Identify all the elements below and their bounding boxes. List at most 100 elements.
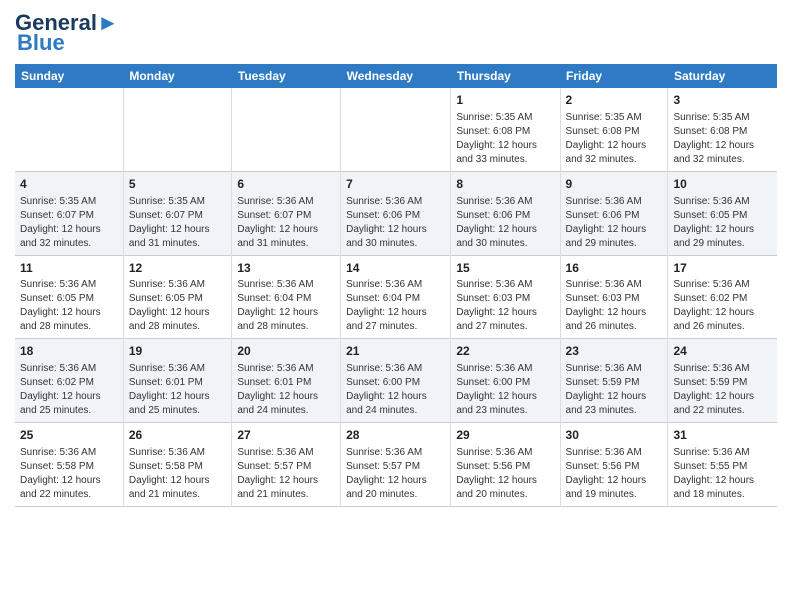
day-number: 24	[673, 343, 772, 360]
week-row-1: 1 Sunrise: 5:35 AM Sunset: 6:08 PM Daylig…	[15, 88, 777, 171]
day-content: Sunrise: 5:36 AM Sunset: 6:03 PM Dayligh…	[566, 278, 663, 334]
day-content: Sunrise: 5:36 AM Sunset: 6:05 PM Dayligh…	[20, 278, 118, 334]
day-number: 3	[673, 92, 772, 109]
day-content: Sunrise: 5:36 AM Sunset: 5:58 PM Dayligh…	[129, 446, 227, 502]
day-content: Sunrise: 5:36 AM Sunset: 6:03 PM Dayligh…	[456, 278, 554, 334]
day-content: Sunrise: 5:36 AM Sunset: 6:04 PM Dayligh…	[346, 278, 445, 334]
calendar-cell: 21Sunrise: 5:36 AM Sunset: 6:00 PM Dayli…	[341, 339, 451, 423]
day-number: 20	[237, 343, 335, 360]
day-number: 12	[129, 260, 227, 277]
day-number: 16	[566, 260, 663, 277]
calendar-cell: 8 Sunrise: 5:36 AM Sunset: 6:06 PM Daylig…	[451, 171, 560, 255]
calendar-cell: 15Sunrise: 5:36 AM Sunset: 6:03 PM Dayli…	[451, 255, 560, 339]
day-number: 8	[456, 176, 554, 193]
calendar-cell: 27 Sunrise: 5:36 AM Sunset: 5:57 PM Dayli…	[232, 423, 341, 507]
calendar-cell: 4 Sunrise: 5:35 AM Sunset: 6:07 PM Daylig…	[15, 171, 123, 255]
day-number: 22	[456, 343, 554, 360]
calendar-cell: 6 Sunrise: 5:36 AM Sunset: 6:07 PM Daylig…	[232, 171, 341, 255]
day-content: Sunrise: 5:36 AM Sunset: 6:04 PM Dayligh…	[237, 278, 335, 334]
calendar-cell: 11Sunrise: 5:36 AM Sunset: 6:05 PM Dayli…	[15, 255, 123, 339]
calendar-cell: 1Sunrise: 5:35 AM Sunset: 6:08 PM Daylig…	[451, 88, 560, 171]
day-content: Sunrise: 5:36 AM Sunset: 6:06 PM Dayligh…	[456, 195, 554, 251]
calendar-cell: 5Sunrise: 5:35 AM Sunset: 6:07 PM Daylig…	[123, 171, 232, 255]
day-number: 13	[237, 260, 335, 277]
day-content: Sunrise: 5:36 AM Sunset: 6:00 PM Dayligh…	[456, 362, 554, 418]
day-content: Sunrise: 5:36 AM Sunset: 5:55 PM Dayligh…	[673, 446, 772, 502]
calendar-cell: 14Sunrise: 5:36 AM Sunset: 6:04 PM Dayli…	[341, 255, 451, 339]
day-content: Sunrise: 5:36 AM Sunset: 5:58 PM Dayligh…	[20, 446, 118, 502]
day-header-thursday: Thursday	[451, 64, 560, 88]
calendar-cell: 3 Sunrise: 5:35 AM Sunset: 6:08 PM Daylig…	[668, 88, 777, 171]
calendar-cell	[341, 88, 451, 171]
day-header-saturday: Saturday	[668, 64, 777, 88]
day-number: 11	[20, 260, 118, 277]
day-number: 1	[456, 92, 554, 109]
days-header-row: SundayMondayTuesdayWednesdayThursdayFrid…	[15, 64, 777, 88]
logo-blue-text: Blue	[17, 30, 65, 56]
day-content: Sunrise: 5:36 AM Sunset: 6:01 PM Dayligh…	[237, 362, 335, 418]
calendar-cell: 16Sunrise: 5:36 AM Sunset: 6:03 PM Dayli…	[560, 255, 668, 339]
calendar-cell: 2Sunrise: 5:35 AM Sunset: 6:08 PM Daylig…	[560, 88, 668, 171]
day-number: 7	[346, 176, 445, 193]
calendar-cell: 10 Sunrise: 5:36 AM Sunset: 6:05 PM Dayli…	[668, 171, 777, 255]
calendar-cell: 17Sunrise: 5:36 AM Sunset: 6:02 PM Dayli…	[668, 255, 777, 339]
day-header-sunday: Sunday	[15, 64, 123, 88]
week-row-4: 18 Sunrise: 5:36 AM Sunset: 6:02 PM Dayli…	[15, 339, 777, 423]
calendar-cell: 22 Sunrise: 5:36 AM Sunset: 6:00 PM Dayli…	[451, 339, 560, 423]
day-content: Sunrise: 5:36 AM Sunset: 6:05 PM Dayligh…	[673, 195, 772, 251]
calendar-cell: 28 Sunrise: 5:36 AM Sunset: 5:57 PM Dayli…	[341, 423, 451, 507]
calendar-cell: 12Sunrise: 5:36 AM Sunset: 6:05 PM Dayli…	[123, 255, 232, 339]
day-header-monday: Monday	[123, 64, 232, 88]
calendar-cell: 29Sunrise: 5:36 AM Sunset: 5:56 PM Dayli…	[451, 423, 560, 507]
day-number: 17	[673, 260, 772, 277]
calendar-cell	[15, 88, 123, 171]
calendar-cell	[232, 88, 341, 171]
day-content: Sunrise: 5:36 AM Sunset: 5:59 PM Dayligh…	[566, 362, 663, 418]
day-number: 23	[566, 343, 663, 360]
calendar-cell: 26 Sunrise: 5:36 AM Sunset: 5:58 PM Dayli…	[123, 423, 232, 507]
day-content: Sunrise: 5:36 AM Sunset: 5:56 PM Dayligh…	[566, 446, 663, 502]
day-content: Sunrise: 5:35 AM Sunset: 6:08 PM Dayligh…	[673, 111, 772, 167]
day-number: 27	[237, 427, 335, 444]
day-number: 14	[346, 260, 445, 277]
day-content: Sunrise: 5:36 AM Sunset: 6:07 PM Dayligh…	[237, 195, 335, 251]
day-number: 18	[20, 343, 118, 360]
day-content: Sunrise: 5:36 AM Sunset: 5:59 PM Dayligh…	[673, 362, 772, 418]
day-number: 31	[673, 427, 772, 444]
day-number: 2	[566, 92, 663, 109]
calendar-table: SundayMondayTuesdayWednesdayThursdayFrid…	[15, 64, 777, 507]
day-content: Sunrise: 5:36 AM Sunset: 6:06 PM Dayligh…	[346, 195, 445, 251]
day-number: 19	[129, 343, 227, 360]
day-content: Sunrise: 5:35 AM Sunset: 6:07 PM Dayligh…	[129, 195, 227, 251]
calendar-cell: 20 Sunrise: 5:36 AM Sunset: 6:01 PM Dayli…	[232, 339, 341, 423]
calendar-cell: 24 Sunrise: 5:36 AM Sunset: 5:59 PM Dayli…	[668, 339, 777, 423]
day-number: 15	[456, 260, 554, 277]
day-number: 6	[237, 176, 335, 193]
day-content: Sunrise: 5:36 AM Sunset: 6:01 PM Dayligh…	[129, 362, 227, 418]
day-content: Sunrise: 5:36 AM Sunset: 5:57 PM Dayligh…	[237, 446, 335, 502]
day-number: 9	[566, 176, 663, 193]
calendar-cell	[123, 88, 232, 171]
day-number: 28	[346, 427, 445, 444]
day-header-tuesday: Tuesday	[232, 64, 341, 88]
week-row-3: 11Sunrise: 5:36 AM Sunset: 6:05 PM Dayli…	[15, 255, 777, 339]
day-content: Sunrise: 5:36 AM Sunset: 6:02 PM Dayligh…	[20, 362, 118, 418]
day-content: Sunrise: 5:35 AM Sunset: 6:07 PM Dayligh…	[20, 195, 118, 251]
day-number: 10	[673, 176, 772, 193]
week-row-2: 4 Sunrise: 5:35 AM Sunset: 6:07 PM Daylig…	[15, 171, 777, 255]
calendar-cell: 18 Sunrise: 5:36 AM Sunset: 6:02 PM Dayli…	[15, 339, 123, 423]
day-content: Sunrise: 5:36 AM Sunset: 6:06 PM Dayligh…	[566, 195, 663, 251]
day-number: 26	[129, 427, 227, 444]
day-number: 25	[20, 427, 118, 444]
day-content: Sunrise: 5:36 AM Sunset: 5:56 PM Dayligh…	[456, 446, 554, 502]
calendar-cell: 9 Sunrise: 5:36 AM Sunset: 6:06 PM Daylig…	[560, 171, 668, 255]
logo: General► Blue	[15, 10, 119, 56]
day-content: Sunrise: 5:36 AM Sunset: 5:57 PM Dayligh…	[346, 446, 445, 502]
day-number: 21	[346, 343, 445, 360]
day-header-friday: Friday	[560, 64, 668, 88]
calendar-cell: 13Sunrise: 5:36 AM Sunset: 6:04 PM Dayli…	[232, 255, 341, 339]
calendar-cell: 23 Sunrise: 5:36 AM Sunset: 5:59 PM Dayli…	[560, 339, 668, 423]
day-number: 4	[20, 176, 118, 193]
day-content: Sunrise: 5:36 AM Sunset: 6:02 PM Dayligh…	[673, 278, 772, 334]
day-number: 30	[566, 427, 663, 444]
